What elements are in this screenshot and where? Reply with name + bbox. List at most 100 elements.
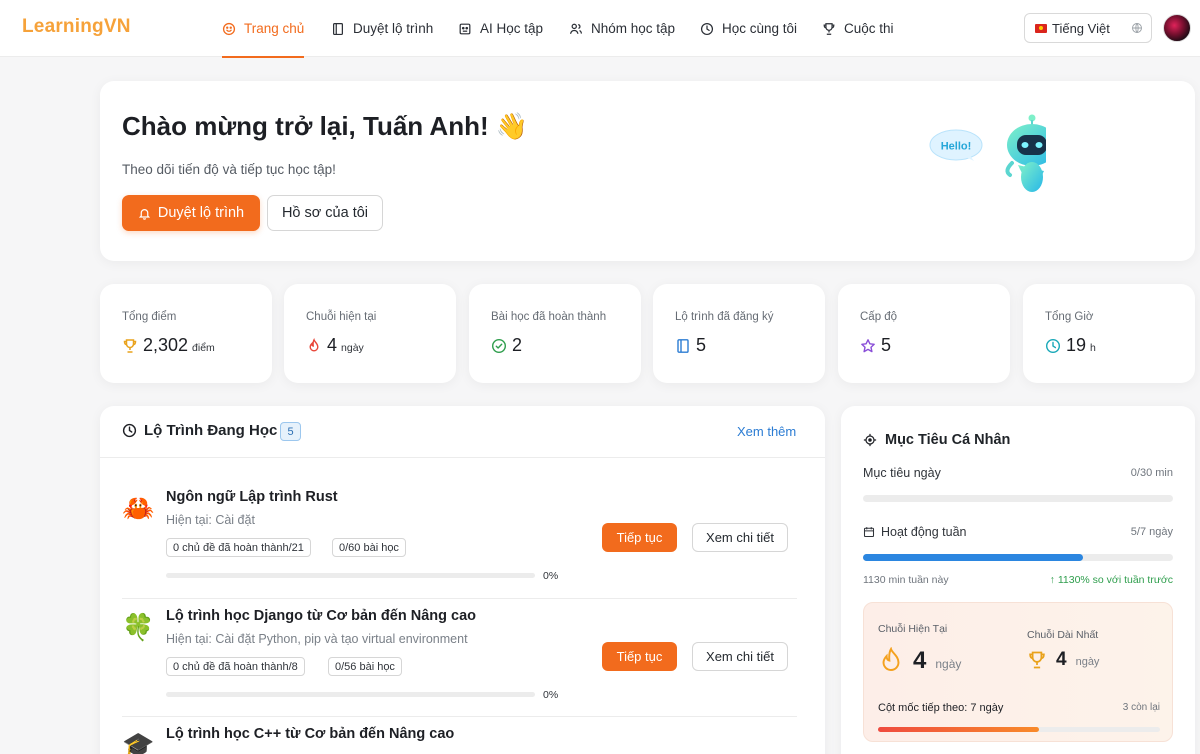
book-icon (677, 338, 689, 353)
course-title[interactable]: Ngôn ngữ Lập trình Rust (166, 489, 338, 505)
language-selector[interactable]: Tiếng Việt (1024, 13, 1152, 43)
nav-label: Nhóm học tập (591, 21, 676, 36)
stat-label: Lộ trình đã đăng ký (675, 311, 774, 323)
robot-speech-text: Hello! (941, 141, 972, 153)
course-progress-bar (166, 692, 535, 697)
paths-count-badge: 5 (280, 422, 301, 441)
lessons-completed-pill: 0/56 bài học (328, 657, 402, 676)
robot-icon (459, 23, 471, 34)
clover-icon: 🍀 (122, 612, 155, 642)
course-title[interactable]: Lộ trình học C++ từ Cơ bản đến Nâng cao (166, 726, 454, 742)
clock-icon (1045, 338, 1061, 353)
daily-goal-label: Mục tiêu ngày (863, 466, 941, 480)
milestone-row: Cột mốc tiếp theo: 7 ngày 3 còn lại (878, 702, 1160, 714)
nav-item-browse-paths[interactable]: Duyệt lộ trình (331, 0, 433, 57)
goals-title-label: Mục Tiêu Cá Nhân (885, 432, 1011, 448)
brand-logo[interactable]: LearningVN (22, 16, 131, 38)
goals-title: Mục Tiêu Cá Nhân (863, 432, 1010, 448)
nav-item-study-with-me[interactable]: Học cùng tôi (700, 0, 797, 57)
vietnam-flag-icon (1035, 23, 1047, 33)
current-paths-card: Lộ Trình Đang Học 5 Xem thêm 🦀 Ngôn ngữ … (100, 406, 825, 754)
trophy-icon (123, 338, 137, 353)
nav-item-contests[interactable]: Cuộc thi (822, 0, 894, 57)
stat-card-total-points: Tổng điểm 2,302 điểm (100, 284, 272, 383)
stat-label: Tổng Giờ (1045, 311, 1094, 323)
course-title[interactable]: Lộ trình học Django từ Cơ bản đến Nâng c… (166, 608, 476, 624)
language-label: Tiếng Việt (1052, 20, 1110, 36)
milestone-progress-fill (878, 727, 1039, 732)
nav-label: Trang chủ (244, 21, 305, 36)
weekly-activity-label-wrap: Hoạt động tuần (863, 525, 967, 539)
stat-unit: điểm (192, 342, 215, 354)
streak-panel: Chuỗi Hiện Tại 4 ngày Chuỗi Dài Nhất 4 n… (863, 602, 1173, 742)
target-icon (863, 433, 877, 447)
stat-unit: ngày (341, 342, 364, 354)
nav-label: Cuộc thi (844, 21, 894, 36)
crab-icon: 🦀 (122, 493, 155, 523)
daily-goal-value: 0/30 min (1130, 467, 1173, 479)
current-streak-unit: ngày (935, 657, 962, 671)
my-profile-button[interactable]: Hồ sơ của tôi (267, 195, 383, 231)
weekly-summary: 1130 min tuần này ↑ 1130% so với tuần tr… (863, 574, 1173, 586)
stat-label: Bài học đã hoàn thành (491, 311, 607, 323)
see-more-link[interactable]: Xem thêm (737, 424, 796, 439)
home-icon (222, 22, 236, 35)
nav-label: AI Học tập (480, 21, 544, 36)
flame-icon (309, 337, 319, 351)
milestone-progress-bar (878, 727, 1160, 732)
personal-goals-card: Mục Tiêu Cá Nhân Mục tiêu ngày 0/30 min … (841, 406, 1195, 754)
stat-value: 2,302 (143, 335, 189, 355)
topics-completed-pill: 0 chủ đề đã hoàn thành/8 (166, 657, 305, 676)
daily-goal-progress-bar (863, 495, 1173, 502)
nav-label: Duyệt lộ trình (353, 21, 434, 36)
top-navigation: LearningVN Trang chủ Duyệt lộ trình AI H… (0, 0, 1200, 58)
course-item: 🍀 Lộ trình học Django từ Cơ bản đến Nâng… (122, 598, 797, 716)
welcome-subtitle: Theo dõi tiến độ và tiếp tục học tập! (122, 162, 336, 177)
continue-button[interactable]: Tiếp tục (602, 523, 677, 552)
stat-value: 4 (327, 335, 338, 355)
nav-item-home[interactable]: Trang chủ (222, 0, 305, 58)
course-progress-bar (166, 573, 535, 578)
course-current-lesson: Hiện tại: Cài đặt Python, pip và tạo vir… (166, 632, 468, 646)
daily-goal-row: Mục tiêu ngày 0/30 min (863, 466, 1173, 480)
course-divider (122, 598, 797, 599)
trophy-icon (1029, 651, 1045, 669)
stat-value: 19 (1066, 335, 1087, 355)
current-streak-label: Chuỗi Hiện Tại (878, 623, 948, 635)
continue-button[interactable]: Tiếp tục (602, 642, 677, 671)
paths-title: Lộ Trình Đang Học (122, 422, 277, 439)
stat-card-level: Cấp độ 5 (838, 284, 1010, 383)
book-icon (333, 22, 343, 35)
trophy-icon (823, 22, 835, 35)
stat-card-total-hours: Tổng Giờ 19 h (1023, 284, 1195, 383)
weekly-activity-value: 5/7 ngày (1130, 526, 1173, 538)
current-streak-value: 4 (913, 647, 927, 674)
current-streak: 4 ngày (878, 647, 961, 677)
week-change: ↑ 1130% so với tuần trước (1049, 574, 1173, 586)
hello-robot-illustration: Hello! (929, 114, 1046, 192)
stat-value: 5 (696, 335, 707, 355)
flame-icon (882, 647, 900, 671)
weekly-activity-progress-fill (863, 554, 1084, 561)
weekly-activity-progress-bar (863, 554, 1173, 561)
stat-label: Cấp độ (860, 311, 898, 323)
stat-label: Chuỗi hiện tại (306, 311, 377, 323)
browse-paths-button[interactable]: Duyệt lộ trình (122, 195, 260, 231)
nav-item-ai-learning[interactable]: AI Học tập (458, 0, 543, 57)
longest-streak: 4 ngày (1027, 649, 1099, 671)
graduation-cap-icon: 🎓 (122, 730, 155, 754)
user-avatar[interactable] (1163, 14, 1191, 42)
week-minutes: 1130 min tuần này (863, 574, 949, 586)
check-circle-icon (491, 338, 507, 353)
view-details-button[interactable]: Xem chi tiết (692, 642, 788, 671)
nav-item-study-groups[interactable]: Nhóm học tập (569, 0, 675, 57)
view-details-button[interactable]: Xem chi tiết (692, 523, 788, 552)
welcome-card: Chào mừng trở lại, Tuấn Anh! 👋 Theo dõi … (100, 81, 1195, 261)
weekly-activity-label: Hoạt động tuần (881, 525, 967, 539)
browse-paths-label: Duyệt lộ trình (157, 205, 245, 221)
stat-unit: h (1090, 342, 1096, 354)
clock-icon (700, 22, 714, 35)
course-progress-percent: 0% (543, 570, 559, 582)
longest-streak-label: Chuỗi Dài Nhất (1027, 629, 1099, 641)
course-item: 🦀 Ngôn ngữ Lập trình Rust Hiện tại: Cài … (122, 476, 797, 596)
